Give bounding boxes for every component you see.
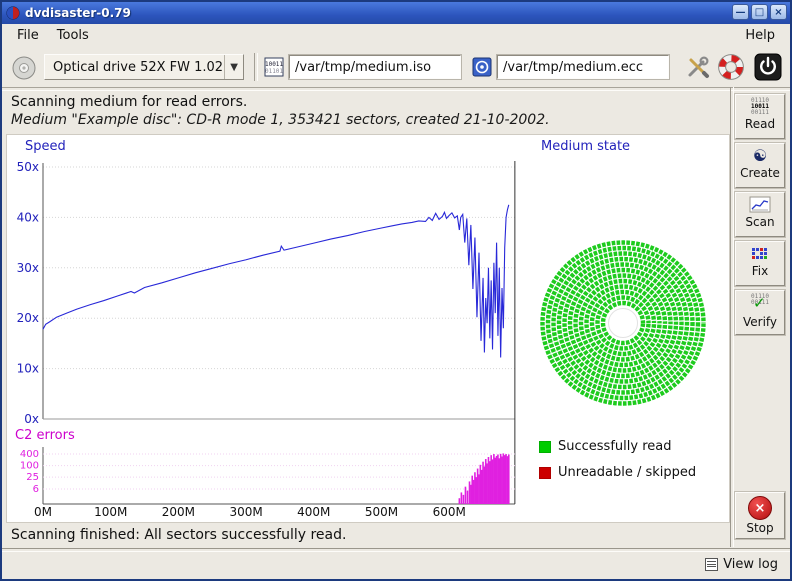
svg-text:25: 25 — [26, 472, 39, 483]
read-button-label: Read — [745, 117, 775, 131]
drive-select-value: Optical drive 52X FW 1.02 — [53, 60, 223, 75]
view-log-label: View log — [723, 557, 778, 572]
read-icon: 01110 10011 00111 — [751, 98, 769, 116]
wrench-icon[interactable] — [686, 55, 710, 79]
maximize-icon: □ — [755, 7, 764, 18]
svg-text:500M: 500M — [365, 505, 398, 519]
svg-text:20x: 20x — [17, 311, 39, 325]
scan-button[interactable]: Scan — [735, 192, 785, 237]
maximize-button[interactable]: □ — [751, 4, 768, 20]
log-icon — [705, 558, 718, 571]
app-icon — [6, 6, 20, 20]
finish-status: Scanning finished: All sectors successfu… — [11, 527, 346, 543]
footer-divider — [2, 548, 790, 552]
svg-text:30x: 30x — [17, 261, 39, 275]
status-line-2: Medium "Example disc": CD-R mode 1, 3534… — [11, 112, 550, 128]
scan-chart-icon — [749, 196, 771, 214]
speed-chart-label: Speed — [25, 139, 66, 154]
svg-text:400M: 400M — [297, 505, 330, 519]
menu-tools[interactable]: Tools — [48, 26, 98, 45]
medium-state-label: Medium state — [541, 139, 630, 154]
svg-text:0x: 0x — [24, 412, 39, 426]
status-line-1: Scanning medium for read errors. — [11, 94, 247, 110]
iso-path-input[interactable] — [289, 55, 461, 79]
stop-button[interactable]: × Stop — [735, 492, 785, 539]
drawing-area: 0x 10x 20x 30x 40x 50x 0M 100M 200M 300M 400M 500M 6… — [6, 134, 730, 523]
window-controls: — □ × — [732, 4, 787, 20]
sidebar-divider — [730, 87, 734, 547]
verify-icon: 01110 00111 ✓ — [745, 294, 775, 314]
drive-select[interactable]: Optical drive 52X FW 1.02 ▼ — [44, 54, 244, 80]
fix-icon — [749, 245, 771, 263]
svg-text:50x: 50x — [17, 160, 39, 174]
menu-file[interactable]: File — [8, 26, 48, 45]
close-button[interactable]: × — [770, 4, 787, 20]
svg-text:400: 400 — [20, 449, 39, 460]
legend-color-unreadable — [539, 467, 551, 479]
svg-text:6: 6 — [33, 484, 39, 495]
scan-button-label: Scan — [745, 215, 774, 229]
legend-label-success: Successfully read — [558, 439, 671, 454]
toolbar-divider — [2, 87, 790, 91]
svg-text:100: 100 — [20, 461, 39, 472]
ecc-file-icon — [472, 57, 492, 77]
legend-color-success — [539, 441, 551, 453]
svg-text:10x: 10x — [17, 362, 39, 376]
drive-icon[interactable] — [10, 54, 38, 82]
menu-help[interactable]: Help — [736, 26, 784, 45]
check-icon: ✓ — [753, 294, 766, 312]
minimize-icon: — — [736, 7, 746, 18]
ecc-path-input[interactable] — [497, 55, 669, 79]
svg-text:10011: 10011 — [265, 61, 283, 68]
c2-errors-label: C2 errors — [15, 428, 75, 443]
svg-text:300M: 300M — [229, 505, 262, 519]
legend-row-success: Successfully read — [539, 439, 671, 454]
dvdisaster-window: dvdisaster-0.79 — □ × File Tools Help Op… — [0, 0, 792, 581]
legend-label-unreadable: Unreadable / skipped — [558, 465, 696, 480]
view-log-button[interactable]: View log — [701, 553, 782, 575]
chevron-down-icon: ▼ — [224, 55, 243, 79]
svg-text:01101: 01101 — [265, 68, 283, 75]
verify-button[interactable]: 01110 00111 ✓ Verify — [735, 290, 785, 335]
iso-file-icon: 10011 01101 — [264, 57, 284, 77]
svg-text:100M: 100M — [94, 505, 127, 519]
svg-text:0M: 0M — [34, 505, 52, 519]
toolbar-separator — [254, 53, 258, 81]
stop-icon: × — [748, 496, 772, 520]
window-title: dvdisaster-0.79 — [25, 6, 131, 20]
legend-row-unreadable: Unreadable / skipped — [539, 465, 696, 480]
stop-button-label: Stop — [746, 521, 773, 535]
lifebuoy-icon[interactable] — [718, 54, 744, 80]
svg-text:40x: 40x — [17, 210, 39, 224]
verify-button-label: Verify — [743, 315, 777, 329]
svg-text:200M: 200M — [162, 505, 195, 519]
create-button-label: Create — [740, 166, 780, 180]
svg-text:600M: 600M — [433, 505, 466, 519]
fix-button-label: Fix — [752, 264, 768, 278]
minimize-button[interactable]: — — [732, 4, 749, 20]
create-button[interactable]: ☯ Create — [735, 143, 785, 188]
toolbar: Optical drive 52X FW 1.02 ▼ 10011 01101 — [2, 47, 790, 87]
power-icon[interactable] — [754, 53, 782, 81]
close-icon: × — [774, 7, 782, 18]
titlebar[interactable]: dvdisaster-0.79 — □ × — [2, 2, 790, 24]
read-button[interactable]: 01110 10011 00111 Read — [735, 94, 785, 139]
fix-button[interactable]: Fix — [735, 241, 785, 286]
medium-state-disc — [535, 235, 711, 411]
yin-yang-icon: ☯ — [753, 147, 767, 165]
menubar: File Tools Help — [2, 24, 790, 47]
